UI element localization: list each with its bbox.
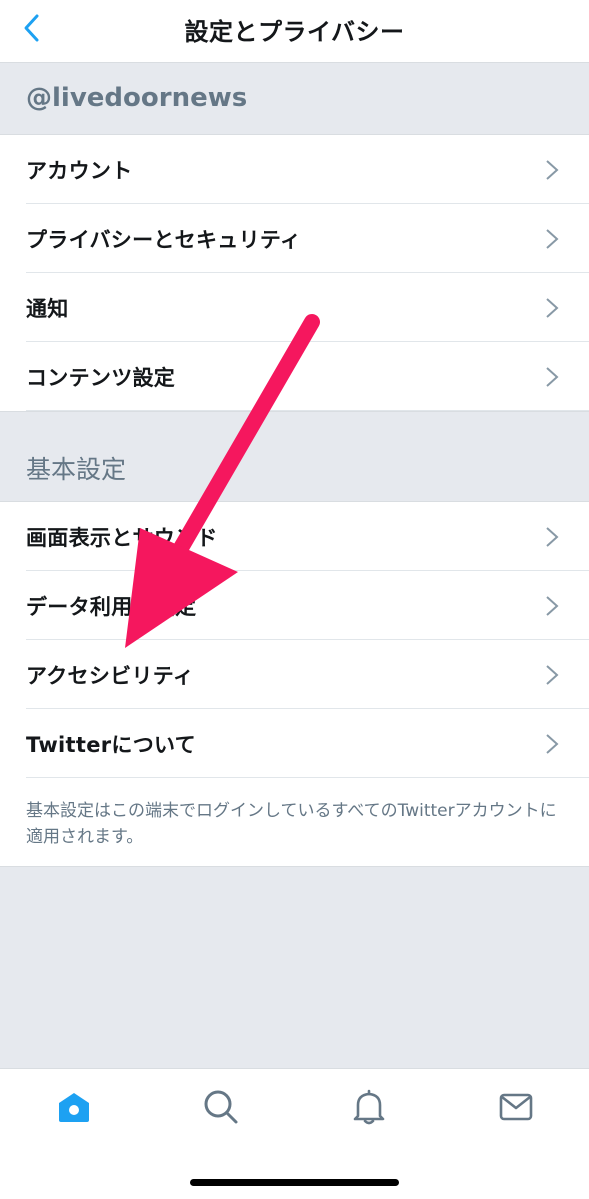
settings-item-label: アカウント [26, 159, 133, 183]
chevron-right-icon [546, 665, 559, 685]
home-indicator [190, 1179, 399, 1186]
settings-item-label: アクセシビリティ [26, 664, 195, 688]
tab-home[interactable] [54, 1087, 94, 1127]
basic-settings-footnote: 基本設定はこの端末でログインしているすべてのTwitterアカウントに適用されま… [0, 779, 589, 867]
chevron-right-icon [546, 367, 559, 387]
chevron-right-icon [546, 229, 559, 249]
tab-notifications[interactable] [349, 1087, 389, 1127]
chevron-right-icon [546, 160, 559, 180]
settings-item-label: 通知 [26, 297, 69, 321]
account-username: @livedoornews [26, 83, 248, 113]
settings-item-notifications[interactable]: 通知 [0, 273, 589, 342]
basic-settings-section-header: 基本設定 [0, 411, 589, 502]
chevron-right-icon [546, 734, 559, 754]
mail-icon [499, 1093, 533, 1121]
settings-item-label: データ利用の設定 [26, 595, 197, 619]
chevron-right-icon [546, 527, 559, 547]
settings-item-about-twitter[interactable]: Twitterについて [0, 709, 589, 778]
empty-background-area [0, 867, 589, 1068]
settings-item-accessibility[interactable]: アクセシビリティ [0, 640, 589, 709]
home-icon [59, 1093, 89, 1122]
search-icon [204, 1090, 238, 1124]
settings-item-content-preferences[interactable]: コンテンツ設定 [0, 342, 589, 411]
settings-item-label: コンテンツ設定 [26, 366, 176, 390]
settings-item-display-sound[interactable]: 画面表示とサウンド [0, 502, 589, 571]
chevron-right-icon [546, 298, 559, 318]
chevron-right-icon [546, 596, 559, 616]
account-section-header: @livedoornews [0, 63, 589, 135]
section-title: 基本設定 [26, 455, 127, 484]
tab-messages[interactable] [496, 1087, 536, 1127]
footnote-text: 基本設定はこの端末でログインしているすべてのTwitterアカウントに適用されま… [26, 801, 557, 847]
tab-search[interactable] [201, 1087, 241, 1127]
bell-icon [353, 1089, 385, 1125]
settings-item-data-usage[interactable]: データ利用の設定 [0, 571, 589, 640]
settings-item-account[interactable]: アカウント [0, 135, 589, 204]
page-title: 設定とプライバシー [184, 18, 405, 46]
navigation-bar: 設定とプライバシー [0, 0, 589, 63]
settings-item-label: 画面表示とサウンド [26, 526, 218, 550]
settings-item-label: プライバシーとセキュリティ [26, 228, 302, 252]
settings-item-privacy-security[interactable]: プライバシーとセキュリティ [0, 204, 589, 273]
settings-item-label: Twitterについて [26, 733, 196, 757]
